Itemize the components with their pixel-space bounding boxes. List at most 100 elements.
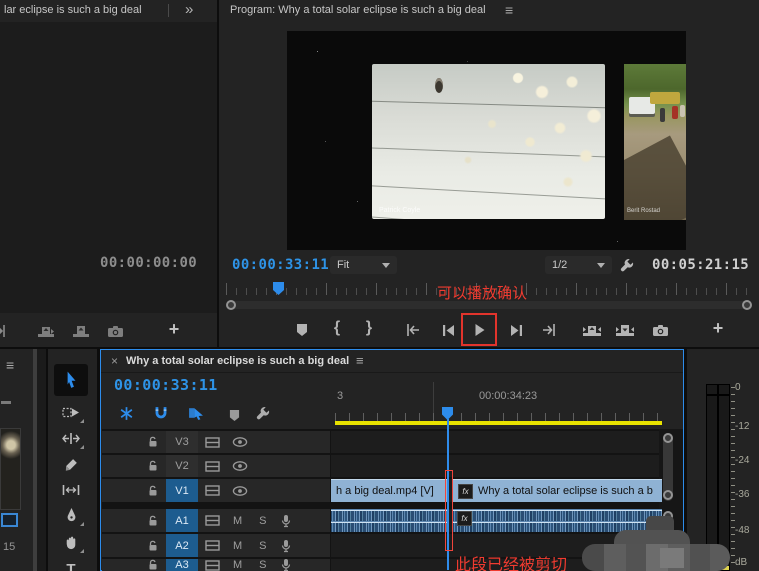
clip-v1-right-label: Why a total solar eclipse is such a b [478,485,653,497]
clip-a1-left[interactable] [331,509,447,532]
lift-button[interactable] [581,319,603,341]
work-area-bar[interactable] [335,421,662,425]
sync-lock-icon[interactable] [205,460,220,472]
ripple-edit-tool[interactable] [56,425,86,451]
voiceover-mic-icon[interactable] [281,558,291,571]
source-overwrite-icon[interactable] [70,320,92,342]
mute-button[interactable]: M [233,540,242,552]
lock-icon[interactable] [148,540,159,552]
mute-button[interactable]: M [233,515,242,527]
track-content-v1[interactable]: h a big deal.mp4 [V] fx Why a total sola… [331,479,662,502]
step-forward-button[interactable] [506,319,528,341]
timeline-panel-menu-icon[interactable]: ≡ [356,353,364,368]
meter-clip-indicator-right[interactable] [718,384,730,395]
source-tab-title[interactable]: lar eclipse is such a big deal [4,4,142,16]
type-tool[interactable]: T [56,556,86,571]
nest-sequences-icon[interactable] [115,402,137,424]
track-target-a3[interactable]: A3 [166,559,198,571]
track-target-a2[interactable]: A2 [166,534,198,557]
voiceover-mic-icon[interactable] [281,539,291,553]
clip-v1-right[interactable]: fx Why a total solar eclipse is such a b [453,479,662,502]
track-output-eye-icon[interactable] [232,461,248,471]
program-tab-title[interactable]: Program: Why a total solar eclipse is su… [230,4,486,16]
track-target-v2[interactable]: V2 [166,455,198,477]
mute-button[interactable]: M [233,559,242,571]
project-panel-menu-icon[interactable]: ≡ [6,357,14,373]
timeline-add-marker-icon[interactable] [223,404,245,426]
button-editor-plus[interactable]: + [707,317,729,339]
mark-in-button[interactable]: { [326,317,348,339]
cut-highlight-box [445,470,453,551]
lock-icon[interactable] [148,559,159,571]
razor-tool[interactable] [56,451,86,477]
source-insert-icon[interactable] [35,320,57,342]
source-goto-out-icon[interactable] [0,320,10,342]
video-scrollbar-top-handle[interactable] [663,433,673,443]
playback-resolution-select[interactable]: 1/2 [545,256,612,274]
sync-lock-icon[interactable] [205,559,220,571]
solo-button[interactable]: S [259,515,266,527]
export-frame-button[interactable] [649,319,671,341]
track-content-v2[interactable] [331,455,659,477]
blurred-watermark [580,514,732,571]
lock-icon[interactable] [148,515,159,527]
scrollbar-left-handle[interactable] [226,300,236,310]
lock-icon[interactable] [148,460,159,472]
track-target-v1[interactable]: V1 [166,479,198,502]
source-button-editor-plus[interactable]: + [163,318,185,340]
pen-tool[interactable] [56,502,86,528]
track-output-eye-icon[interactable] [232,437,248,447]
sync-lock-icon[interactable] [205,485,220,496]
meter-clip-indicator-left[interactable] [706,384,718,395]
sync-lock-icon[interactable] [205,540,220,551]
timeline-current-timecode[interactable]: 00:00:33:11 [114,376,218,394]
selection-tool[interactable] [56,367,86,393]
extract-button[interactable] [614,319,636,341]
program-settings-wrench-icon[interactable] [615,254,637,276]
timeline-tab-title[interactable]: Why a total solar eclipse is such a big … [126,355,349,367]
solo-button[interactable]: S [259,540,266,552]
meter-scale-48: -48 [735,525,750,536]
lock-icon[interactable] [148,436,159,448]
sync-lock-icon[interactable] [205,515,220,526]
lock-icon[interactable] [148,485,159,497]
step-back-button[interactable] [437,319,459,341]
program-mini-ruler[interactable]: 可以播放确认 [226,281,753,302]
solo-button[interactable]: S [259,559,266,571]
track-header-v3: V3 [102,431,330,453]
zoom-level-select[interactable]: Fit [330,256,397,274]
source-export-frame-icon[interactable] [104,320,126,342]
program-panel-menu-icon[interactable]: ≡ [505,2,513,18]
project-thumbnail[interactable] [0,428,21,510]
mark-out-button[interactable]: } [358,317,380,339]
track-output-eye-icon[interactable] [232,485,248,496]
linked-selection-icon[interactable] [185,402,207,424]
track-select-forward-tool[interactable] [56,399,86,425]
star-speckles [317,51,318,52]
timeline-settings-wrench-icon[interactable] [251,402,273,424]
voiceover-mic-icon[interactable] [281,514,291,528]
waveform-left-ch1 [331,510,447,521]
program-current-timecode[interactable]: 00:00:33:11 [232,257,329,273]
video-scrollbar-bottom-handle[interactable] [663,490,673,500]
meter-scale-36: -36 [735,489,750,500]
program-zoom-scrollbar[interactable] [226,299,753,311]
snap-magnet-icon[interactable] [150,402,172,424]
goto-in-button[interactable] [401,319,423,341]
timeline-tab-close-icon[interactable]: × [111,354,118,368]
slip-tool[interactable] [56,477,86,503]
track-target-v3[interactable]: V3 [166,431,198,453]
play-button[interactable] [468,319,490,341]
goto-out-button[interactable] [539,319,561,341]
program-playhead[interactable] [272,281,285,299]
hand-tool[interactable] [56,529,86,555]
panel-collapse-chevrons[interactable]: » [185,1,193,18]
track-content-v3[interactable] [331,431,659,453]
playback-resolution-value: 1/2 [552,259,568,271]
add-marker-button[interactable] [291,319,313,341]
scrollbar-right-handle[interactable] [742,300,752,310]
track-target-a1[interactable]: A1 [166,509,198,532]
ruler-label-partial: 3 [337,390,344,402]
clip-v1-left[interactable]: h a big deal.mp4 [V] [331,479,447,502]
sync-lock-icon[interactable] [205,436,220,448]
